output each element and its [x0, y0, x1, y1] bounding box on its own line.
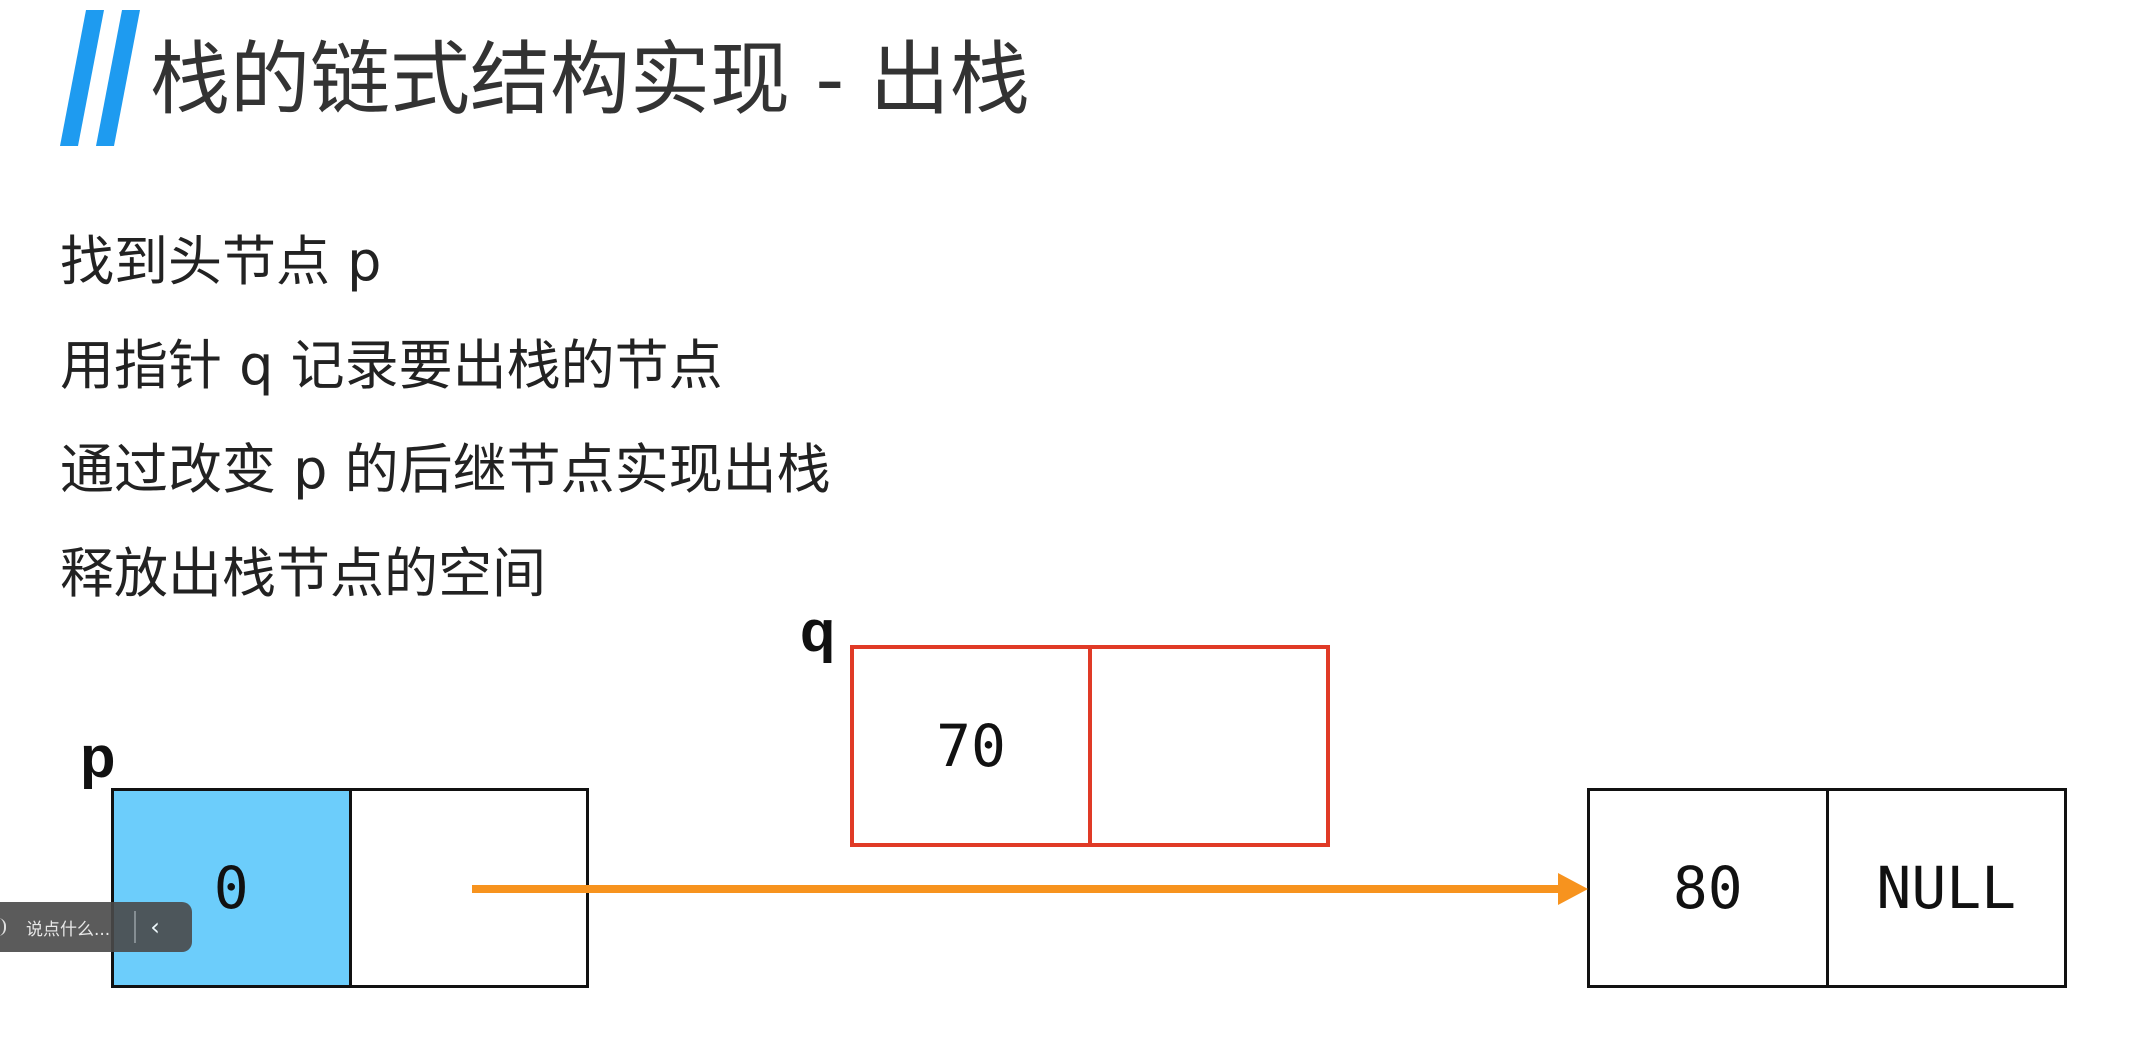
chevron-left-icon[interactable]: ‹ [150, 913, 160, 941]
comment-placeholder[interactable]: 说点什么... [26, 915, 110, 940]
pill-edge-icon [0, 918, 6, 936]
next-pointer-arrow [472, 873, 1588, 905]
pill-divider [134, 911, 137, 943]
comment-input-pill[interactable]: 说点什么... ‹ [0, 902, 192, 952]
